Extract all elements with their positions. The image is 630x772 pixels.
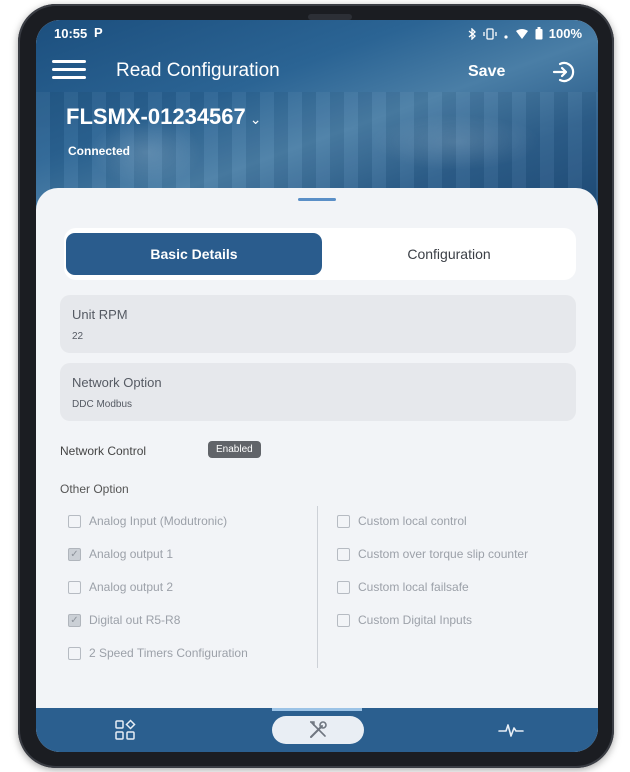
network-control-badge[interactable]: Enabled [208, 441, 261, 458]
option-label: Custom local failsafe [358, 580, 469, 594]
checkbox[interactable] [68, 580, 81, 594]
option-analog-input[interactable]: Analog Input (Modutronic) [68, 514, 227, 528]
app-screen: 10:55 P 100% Read Configuration Save FLS… [36, 20, 598, 752]
wifi-icon [515, 28, 528, 39]
signal-icon [504, 34, 508, 39]
tab-basic-details[interactable]: Basic Details [66, 233, 322, 275]
network-option-field[interactable]: Network Option DDC Modbus [60, 363, 576, 421]
option-custom-digital-inputs[interactable]: Custom Digital Inputs [337, 613, 472, 627]
checkbox-checked[interactable]: ✓ [68, 613, 81, 627]
column-divider [317, 506, 318, 668]
option-custom-local-failsafe[interactable]: Custom local failsafe [337, 580, 469, 594]
tab-configuration[interactable]: Configuration [326, 234, 572, 274]
tools-tab[interactable] [272, 716, 364, 744]
checkbox-checked[interactable]: ✓ [68, 547, 81, 561]
app-header: Read Configuration Save [36, 52, 598, 92]
battery-percent: 100% [548, 26, 582, 41]
bluetooth-icon [468, 27, 476, 40]
save-button[interactable]: Save [468, 63, 505, 81]
tools-icon [310, 721, 327, 738]
bottom-sheet: Basic Details Configuration Unit RPM 22 … [36, 188, 598, 708]
option-label: Custom Digital Inputs [358, 613, 473, 627]
device-name: FLSMX-01234567 [66, 104, 246, 129]
option-label: Custom local control [358, 514, 467, 528]
unit-rpm-field[interactable]: Unit RPM 22 [60, 295, 576, 353]
option-label: Digital out R5-R8 [89, 613, 181, 627]
sheet-drag-handle[interactable] [298, 198, 336, 201]
status-time: 10:55 [54, 26, 88, 41]
network-option-label: Network Option [72, 375, 162, 390]
grid-icon[interactable] [114, 719, 136, 741]
battery-icon [535, 27, 543, 40]
pulse-icon[interactable] [498, 719, 524, 741]
other-option-label: Other Option [60, 482, 129, 496]
option-analog-output-1[interactable]: ✓ Analog output 1 [68, 547, 173, 561]
connection-status: Connected [68, 144, 131, 158]
option-label: Analog output 1 [89, 547, 174, 561]
vibrate-icon [483, 27, 497, 40]
network-option-value: DDC Modbus [72, 399, 133, 410]
option-custom-over-torque[interactable]: Custom over torque slip counter [337, 547, 528, 561]
logout-icon[interactable] [550, 58, 578, 86]
checkbox[interactable] [337, 514, 350, 528]
checkbox[interactable] [337, 547, 350, 561]
checkbox[interactable] [68, 646, 81, 660]
active-tab-indicator [272, 708, 362, 711]
option-label: Custom over torque slip counter [358, 547, 529, 561]
chevron-down-icon: ⌄ [249, 111, 262, 127]
unit-rpm-value: 22 [72, 331, 84, 342]
option-digital-out[interactable]: ✓ Digital out R5-R8 [68, 613, 180, 627]
bottom-navigation [36, 708, 598, 752]
checkbox[interactable] [68, 514, 81, 528]
hamburger-menu-icon[interactable] [52, 60, 86, 82]
option-label: 2 Speed Timers Configuration [89, 646, 248, 660]
status-bar: 10:55 P 100% [36, 20, 598, 48]
option-analog-output-2[interactable]: Analog output 2 [68, 580, 173, 594]
option-custom-local-control[interactable]: Custom local control [337, 514, 467, 528]
page-title: Read Configuration [116, 60, 280, 81]
unit-rpm-label: Unit RPM [72, 307, 128, 322]
network-control-label: Network Control [60, 444, 147, 458]
checkbox[interactable] [337, 613, 350, 627]
status-icons: 100% [468, 26, 582, 41]
option-label: Analog Input (Modutronic) [89, 514, 228, 528]
checkbox[interactable] [337, 580, 350, 594]
option-label: Analog output 2 [89, 580, 174, 594]
device-selector[interactable]: FLSMX-01234567 ⌄ [66, 104, 262, 130]
app-notification-icon: P [94, 25, 103, 40]
tab-bar: Basic Details Configuration [64, 228, 576, 280]
option-2-speed-timers[interactable]: 2 Speed Timers Configuration [68, 646, 248, 660]
